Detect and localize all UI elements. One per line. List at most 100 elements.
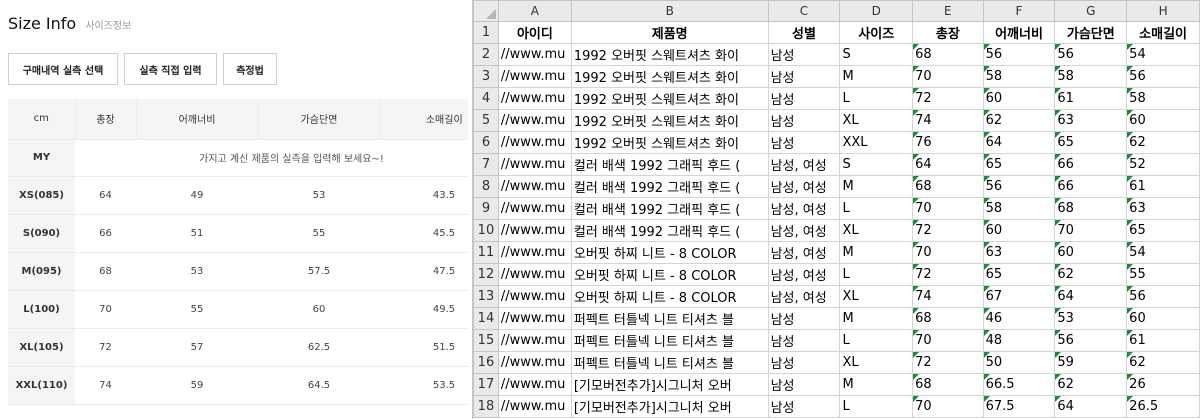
sheet-cell[interactable]: //www.mu <box>497 395 572 418</box>
sheet-header-cell[interactable]: 어깨너비 <box>982 21 1056 44</box>
sheet-cell[interactable]: 56 <box>982 43 1056 66</box>
row-header[interactable]: 16 <box>473 351 499 374</box>
row-header[interactable]: 3 <box>473 65 499 88</box>
sheet-cell[interactable]: 56 <box>1054 43 1128 66</box>
sheet-cell[interactable]: 70 <box>912 329 984 352</box>
sheet-cell[interactable]: 65 <box>1054 131 1128 154</box>
row-header[interactable]: 5 <box>473 109 499 132</box>
sheet-cell[interactable]: 67.5 <box>982 395 1056 418</box>
direct-input-measure-button[interactable]: 실측 직접 입력 <box>124 53 217 85</box>
sheet-cell[interactable]: 54 <box>1126 241 1200 264</box>
sheet-cell[interactable]: 61 <box>1126 175 1200 198</box>
sheet-cell[interactable]: 68 <box>912 307 984 330</box>
row-header[interactable]: 7 <box>473 153 499 176</box>
sheet-cell[interactable]: 56 <box>1126 65 1200 88</box>
sheet-cell[interactable]: M <box>839 65 914 88</box>
sheet-cell[interactable]: 60 <box>1054 241 1128 264</box>
sheet-cell[interactable]: //www.mu <box>497 285 572 308</box>
sheet-cell[interactable]: 68 <box>1054 197 1128 220</box>
sheet-cell[interactable]: 남성 <box>767 395 841 418</box>
sheet-cell[interactable]: 55 <box>1126 263 1200 286</box>
sheet-cell[interactable]: 남성, 여성 <box>767 285 841 308</box>
sheet-cell[interactable]: 53 <box>1054 307 1128 330</box>
sheet-cell[interactable]: 48 <box>982 329 1056 352</box>
sheet-cell[interactable]: 남성 <box>767 65 841 88</box>
sheet-cell[interactable]: 67 <box>982 285 1056 308</box>
sheet-cell[interactable]: 64 <box>1054 285 1128 308</box>
select-purchase-measure-button[interactable]: 구매내역 실측 선택 <box>8 53 118 85</box>
column-header[interactable]: C <box>767 0 841 22</box>
sheet-cell[interactable]: S <box>839 43 914 66</box>
sheet-cell[interactable]: 62 <box>982 109 1056 132</box>
sheet-cell[interactable]: 58 <box>1054 65 1128 88</box>
sheet-cell[interactable]: L <box>839 395 914 418</box>
column-header[interactable]: B <box>570 0 769 22</box>
sheet-cell[interactable]: 남성, 여성 <box>767 153 841 176</box>
sheet-cell[interactable]: 56 <box>1054 329 1128 352</box>
sheet-cell[interactable]: 남성, 여성 <box>767 197 841 220</box>
sheet-cell[interactable]: 62 <box>1126 351 1200 374</box>
sheet-cell[interactable]: 26.5 <box>1126 395 1200 418</box>
sheet-cell[interactable]: 컬러 배색 1992 그래픽 후드 ( <box>570 175 769 198</box>
sheet-header-cell[interactable]: 제품명 <box>570 21 769 44</box>
column-header[interactable]: H <box>1126 0 1200 22</box>
sheet-cell[interactable]: M <box>839 241 914 264</box>
sheet-cell[interactable]: //www.mu <box>497 307 572 330</box>
sheet-cell[interactable]: [기모버전추가]시그니처 오버 <box>570 373 769 396</box>
row-header[interactable]: 1 <box>473 21 499 44</box>
column-header[interactable]: F <box>982 0 1056 22</box>
sheet-cell[interactable]: 56 <box>1126 285 1200 308</box>
sheet-cell[interactable]: S <box>839 153 914 176</box>
sheet-cell[interactable]: 남성, 여성 <box>767 175 841 198</box>
sheet-cell[interactable]: 70 <box>912 197 984 220</box>
sheet-cell[interactable]: 64 <box>912 153 984 176</box>
sheet-cell[interactable]: 63 <box>982 241 1056 264</box>
sheet-cell[interactable]: 오버핏 하찌 니트 - 8 COLOR <box>570 241 769 264</box>
sheet-cell[interactable]: 66 <box>1054 153 1128 176</box>
sheet-cell[interactable]: XL <box>839 285 914 308</box>
sheet-cell[interactable]: 63 <box>1054 109 1128 132</box>
sheet-cell[interactable]: 72 <box>912 219 984 242</box>
sheet-cell[interactable]: 컬러 배색 1992 그래픽 후드 ( <box>570 153 769 176</box>
sheet-cell[interactable]: 63 <box>1126 197 1200 220</box>
sheet-cell[interactable]: 남성 <box>767 351 841 374</box>
sheet-cell[interactable]: //www.mu <box>497 87 572 110</box>
sheet-cell[interactable]: M <box>839 175 914 198</box>
sheet-cell[interactable]: 1992 오버핏 스웨트셔츠 화이 <box>570 43 769 66</box>
sheet-cell[interactable]: //www.mu <box>497 263 572 286</box>
sheet-cell[interactable]: 60 <box>1126 109 1200 132</box>
sheet-cell[interactable]: 65 <box>982 263 1056 286</box>
sheet-cell[interactable]: 58 <box>982 197 1056 220</box>
sheet-cell[interactable]: 70 <box>1054 219 1128 242</box>
sheet-cell[interactable]: 70 <box>912 395 984 418</box>
sheet-header-cell[interactable]: 아이디 <box>497 21 572 44</box>
sheet-cell[interactable]: 컬러 배색 1992 그래픽 후드 ( <box>570 219 769 242</box>
sheet-cell[interactable]: 남성, 여성 <box>767 219 841 242</box>
column-header[interactable]: A <box>497 0 572 22</box>
my-size-message[interactable]: 가지고 계신 제품의 실측을 입력해 보세요~! <box>75 139 468 177</box>
sheet-cell[interactable]: //www.mu <box>497 43 572 66</box>
sheet-cell[interactable]: 54 <box>1126 43 1200 66</box>
sheet-cell[interactable]: 46 <box>982 307 1056 330</box>
sheet-cell[interactable]: XL <box>839 351 914 374</box>
sheet-cell[interactable]: 1992 오버핏 스웨트셔츠 화이 <box>570 65 769 88</box>
sheet-cell[interactable]: 62 <box>1126 131 1200 154</box>
sheet-cell[interactable]: L <box>839 263 914 286</box>
sheet-cell[interactable]: 65 <box>1126 219 1200 242</box>
sheet-cell[interactable]: 61 <box>1126 329 1200 352</box>
select-all-corner[interactable] <box>473 0 499 22</box>
sheet-cell[interactable]: 52 <box>1126 153 1200 176</box>
sheet-cell[interactable]: L <box>839 87 914 110</box>
sheet-cell[interactable]: 60 <box>982 87 1056 110</box>
sheet-cell[interactable]: 72 <box>912 263 984 286</box>
row-header[interactable]: 14 <box>473 307 499 330</box>
sheet-cell[interactable]: //www.mu <box>497 175 572 198</box>
sheet-cell[interactable]: XL <box>839 109 914 132</box>
sheet-cell[interactable]: 남성 <box>767 373 841 396</box>
sheet-cell[interactable]: 74 <box>912 285 984 308</box>
row-header[interactable]: 9 <box>473 197 499 220</box>
sheet-cell[interactable]: 68 <box>912 373 984 396</box>
sheet-cell[interactable]: //www.mu <box>497 131 572 154</box>
sheet-cell[interactable]: 66.5 <box>982 373 1056 396</box>
sheet-cell[interactable]: 58 <box>1126 87 1200 110</box>
